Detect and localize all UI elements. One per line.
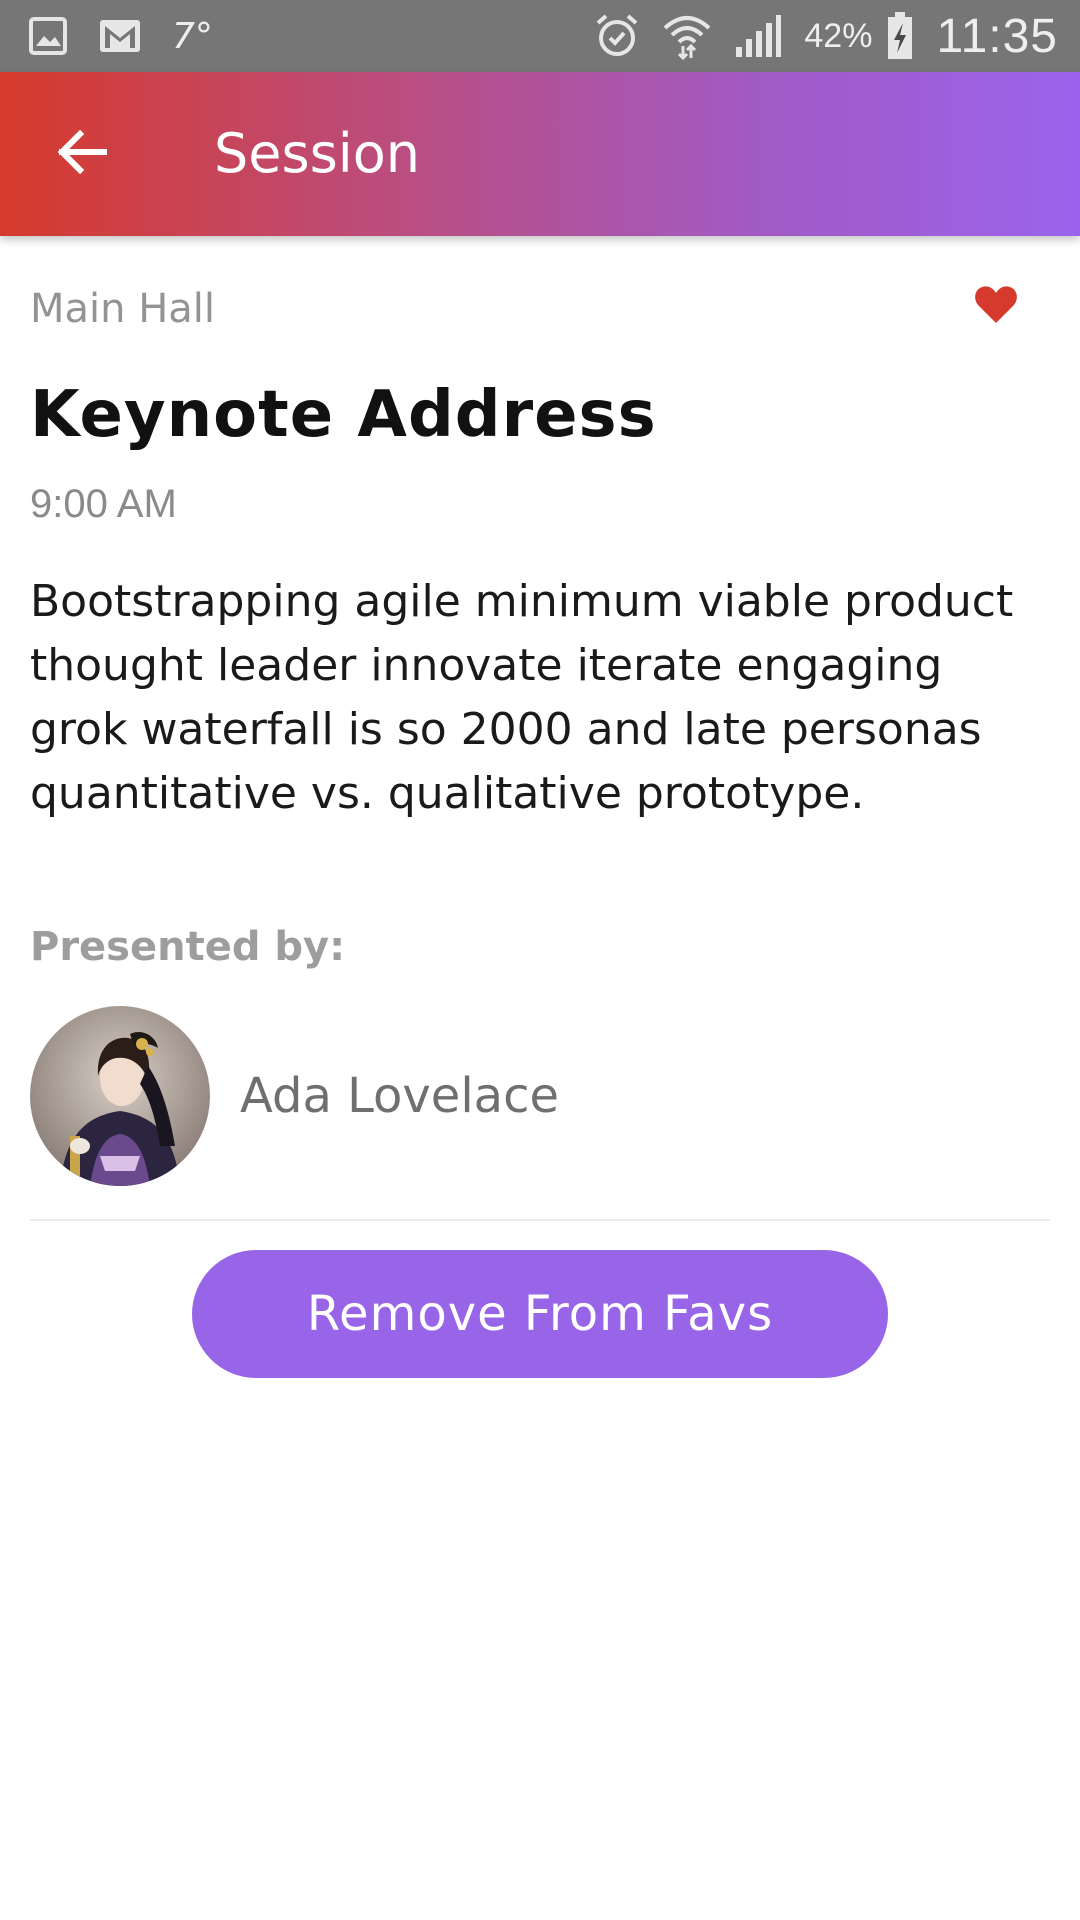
signal-icon [734,13,782,59]
session-time: 9:00 AM [30,482,177,526]
app-bar: Session [0,72,1080,236]
status-bar-left: 7° [28,0,213,72]
back-button[interactable] [50,122,114,186]
heart-icon [974,286,1018,328]
speaker-name[interactable]: Ada Lovelace [240,1068,559,1124]
avatar[interactable] [30,1006,210,1186]
session-room: Main Hall [30,286,216,332]
wifi-icon [662,12,712,60]
favorite-toggle[interactable] [974,284,1030,336]
remove-from-favs-button[interactable]: Remove From Favs [192,1250,888,1378]
gmail-icon [98,18,142,54]
presented-by-label: Presented by: [30,924,346,970]
session-title: Keynote Address [30,378,657,452]
battery-charging-icon [886,11,914,61]
session-description: Bootstrapping agile minimum viable produ… [30,576,1014,819]
status-bar-right: 42% 11:35 [594,0,1058,72]
alarm-icon [594,13,640,59]
arrow-back-icon [56,128,108,180]
page-title: Session [214,122,421,185]
divider [30,1219,1050,1221]
battery-percent-text: 42% [804,16,873,55]
temperature-text: 7° [172,15,213,57]
clock-text: 11:35 [936,9,1058,63]
status-bar: 7° 42% 11:35 [0,0,1080,72]
speaker-row[interactable]: Ada Lovelace [30,1006,1050,1186]
gallery-icon [28,16,68,56]
